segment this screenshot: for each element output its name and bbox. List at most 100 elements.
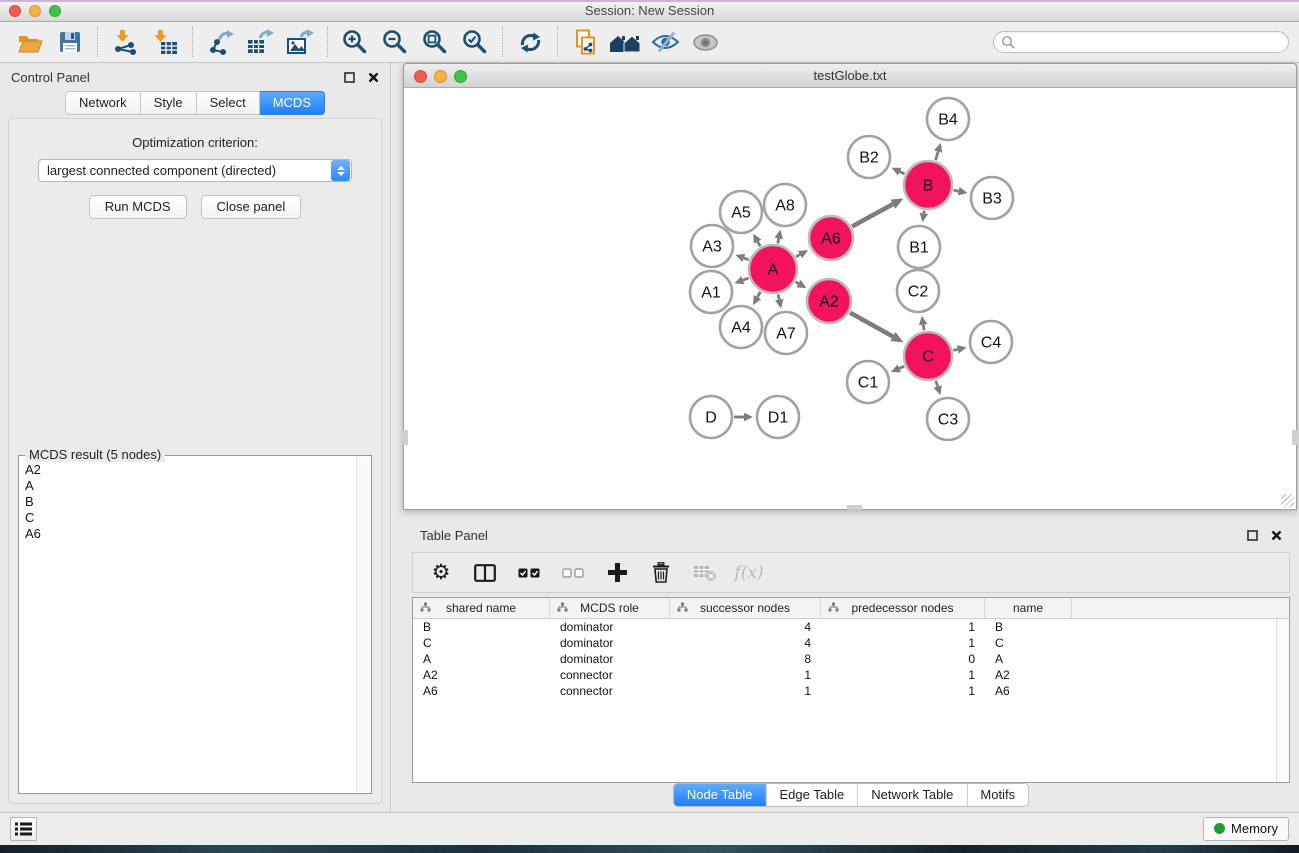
graph-edge[interactable] [850,313,893,337]
table-cell[interactable]: B [413,620,550,634]
tab-network-table[interactable]: Network Table [857,784,966,806]
export-network-button[interactable] [200,24,240,60]
function-builder-button[interactable]: f(x) [727,555,771,591]
graph-edge[interactable] [778,294,779,299]
table-scrollbar[interactable] [1276,619,1289,782]
close-window-icon[interactable] [9,5,21,17]
open-session-button[interactable] [10,24,50,60]
column-header-shared-name[interactable]: shared name [413,598,550,618]
tab-network[interactable]: Network [65,91,141,115]
zoom-selected-button[interactable] [455,24,495,60]
column-header-predecessor-nodes[interactable]: predecessor nodes [821,598,985,618]
table-cell[interactable]: 1 [821,684,985,698]
graph-edge[interactable] [936,381,938,387]
table-cell[interactable]: A2 [985,668,1072,682]
graph-edge[interactable] [923,325,924,331]
maximize-window-icon[interactable] [49,5,61,17]
tab-style[interactable]: Style [141,91,197,115]
mcds-result-list[interactable]: A2ABCA6 [21,462,355,791]
table-cell[interactable]: connector [550,668,670,682]
unselect-all-button[interactable] [551,555,595,591]
memory-button[interactable]: Memory [1203,817,1289,841]
table-cell[interactable]: connector [550,684,670,698]
result-item[interactable]: C [21,510,355,526]
table-row[interactable]: A6connector11A6 [413,683,1289,699]
graph-edge[interactable] [936,152,939,161]
graph-edge[interactable] [758,242,761,247]
close-network-icon[interactable] [414,70,427,83]
graph-edge[interactable] [757,292,760,297]
table-row[interactable]: Bdominator41B [413,619,1289,635]
graph-edge[interactable] [852,204,893,226]
table-cell[interactable]: C [985,636,1072,650]
table-cell[interactable]: 4 [670,636,821,650]
save-session-button[interactable] [50,24,90,60]
result-item[interactable]: A6 [21,526,355,542]
graph-edge[interactable] [900,172,905,174]
table-cell[interactable]: 1 [821,620,985,634]
close-table-panel-icon[interactable] [1271,530,1282,541]
add-column-button[interactable] [595,555,639,591]
left-splitter-grip[interactable] [403,430,408,445]
table-cell[interactable]: 1 [670,684,821,698]
right-splitter-grip[interactable] [1292,430,1297,445]
tab-edge-table[interactable]: Edge Table [765,784,857,806]
minimize-network-icon[interactable] [434,70,447,83]
maximize-network-icon[interactable] [454,70,467,83]
graph-edge[interactable] [899,366,904,368]
minimize-window-icon[interactable] [29,5,41,17]
table-cell[interactable]: 1 [670,668,821,682]
show-graphics-details-button[interactable] [685,24,725,60]
duplicate-network-button[interactable] [565,24,605,60]
column-header-successor-nodes[interactable]: successor nodes [670,598,821,618]
result-scrollbar[interactable] [356,457,370,792]
zoom-in-button[interactable] [335,24,375,60]
graph-edge[interactable] [953,349,957,350]
column-header-MCDS-role[interactable]: MCDS role [550,598,670,618]
tab-motifs[interactable]: Motifs [966,784,1028,806]
column-header-name[interactable]: name [985,598,1072,618]
graph-edge[interactable] [778,238,779,243]
network-window-titlebar[interactable]: testGlobe.txt [403,63,1297,88]
import-table-button[interactable] [145,24,185,60]
column-settings-button[interactable] [463,555,507,591]
graph-edge[interactable] [953,190,958,191]
refresh-network-button[interactable] [510,24,550,60]
table-row[interactable]: A2connector11A2 [413,667,1289,683]
delete-table-button[interactable] [683,555,727,591]
import-network-button[interactable] [105,24,145,60]
node-table[interactable]: shared nameMCDS rolesuccessor nodesprede… [412,597,1290,783]
run-mcds-button[interactable]: Run MCDS [89,195,187,219]
graph-edge[interactable] [743,278,749,280]
table-settings-button[interactable]: ⚙ [419,555,463,591]
table-cell[interactable]: dominator [550,652,670,666]
search-input[interactable] [1016,35,1281,49]
table-cell[interactable]: B [985,620,1072,634]
table-cell[interactable]: 1 [821,636,985,650]
graph-edge[interactable] [796,282,799,284]
zoom-fit-button[interactable] [415,24,455,60]
tab-node-table[interactable]: Node Table [674,784,766,806]
table-cell[interactable]: A6 [413,684,550,698]
export-table-button[interactable] [240,24,280,60]
network-canvas[interactable]: B4B2BB3A5A8A6A3AB1A1A2C2A4A7C4CC1DD1C3 [403,88,1297,510]
table-cell[interactable]: A2 [413,668,550,682]
table-cell[interactable]: dominator [550,636,670,650]
table-cell[interactable]: dominator [550,620,670,634]
export-image-button[interactable] [280,24,320,60]
select-all-button[interactable] [507,555,551,591]
zoom-out-button[interactable] [375,24,415,60]
graph-edge[interactable] [796,254,800,256]
network-graph[interactable]: B4B2BB3A5A8A6A3AB1A1A2C2A4A7C4CC1DD1C3 [404,88,1296,508]
bottom-splitter-grip[interactable] [847,505,862,510]
table-cell[interactable]: 0 [821,652,985,666]
float-panel-icon[interactable] [344,72,355,83]
result-item[interactable]: B [21,494,355,510]
tab-mcds[interactable]: MCDS [260,91,325,115]
result-item[interactable]: A [21,478,355,494]
table-row[interactable]: Adominator80A [413,651,1289,667]
result-item[interactable]: A2 [21,462,355,478]
hide-graphics-details-button[interactable] [645,24,685,60]
table-cell[interactable]: A [413,652,550,666]
delete-column-button[interactable] [639,555,683,591]
